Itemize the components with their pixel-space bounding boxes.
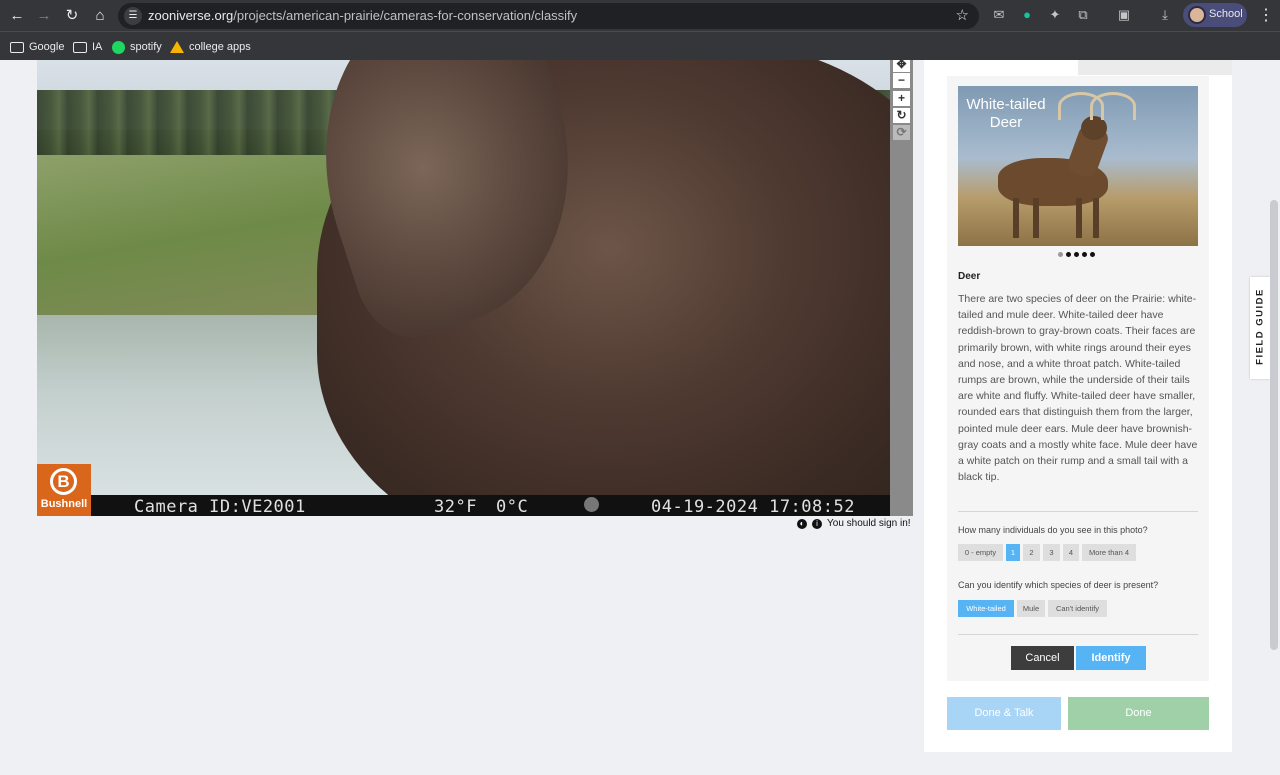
folder-icon [10,41,24,53]
bookmark-college-apps[interactable]: college apps [170,38,251,56]
url-host: zooniverse.org [148,8,234,23]
browser-toolbar: ← → ↻ ⌂ ☰ zooniverse.org/projects/americ… [0,0,1280,31]
address-bar[interactable]: ☰ zooniverse.org/projects/american-prair… [118,3,979,29]
species-option-cant-identify[interactable]: Can't identify [1048,600,1107,617]
count-option-more[interactable]: More than 4 [1082,544,1136,561]
url-text[interactable]: zooniverse.org/projects/american-prairie… [148,8,577,23]
count-option-2[interactable]: 2 [1023,544,1040,561]
carousel-dot[interactable] [1082,252,1087,257]
species-description: There are two species of deer on the Pra… [958,293,1198,484]
grammarly-extension-icon[interactable]: ● [1019,7,1035,23]
logo-wordmark: Bushnell [40,498,88,510]
species-option-mule[interactable]: Mule [1017,600,1045,617]
bookmark-label: college apps [189,41,251,53]
temperature-c: 0°C [496,497,529,516]
reading-list-icon[interactable]: ▣ [1116,7,1132,23]
bookmark-star-icon[interactable]: ☆ [956,6,969,24]
reload-icon[interactable]: ↻ [62,6,82,26]
spotify-icon [112,40,125,54]
deer-leg-shape [1013,198,1019,238]
back-icon[interactable]: ← [7,6,27,26]
page-scrollbar[interactable] [1270,200,1278,650]
download-icon[interactable]: ⤓ [1157,7,1173,23]
bookmark-google[interactable]: Google [10,38,64,56]
logo-letter: B [50,468,77,495]
invert-icon[interactable]: ◐ [797,518,807,529]
bookmark-ia[interactable]: IA [73,38,102,56]
count-option-4[interactable]: 4 [1063,544,1079,561]
deer-guide-image: White-tailed Deer [958,86,1198,246]
carousel-dot[interactable] [1074,252,1079,257]
viewer-footer: ◐ i You should sign in! [797,518,911,529]
extension-icon[interactable]: ✦ [1047,7,1063,23]
bookmarks-bar: Google IA spotify college apps [0,31,1280,60]
url-path: /projects/american-prairie/cameras-for-c… [233,8,578,23]
bushnell-logo: B Bushnell [37,464,91,516]
count-option-1[interactable]: 1 [1006,544,1020,561]
camera-info-band: Camera ID:VE2001 32°F 0°C 04-19-2024 17:… [37,495,890,516]
timestamp: 04-19-2024 17:08:52 [651,497,855,516]
cancel-button[interactable]: Cancel [1011,646,1074,670]
count-option-3[interactable]: 3 [1043,544,1060,561]
bookmark-label: Google [29,41,65,53]
deer-leg-shape [1093,198,1099,238]
zoom-out-icon[interactable]: − [893,73,910,88]
site-info-icon[interactable]: ☰ [124,7,142,25]
menu-icon[interactable]: ⋮ [1258,5,1274,25]
divider [958,634,1198,635]
done-button[interactable]: Done [1068,697,1209,730]
species-title: Deer [958,271,981,282]
carousel-dot[interactable] [1066,252,1071,257]
antler-shape [1090,92,1136,120]
folder-icon [73,41,87,53]
deer-leg-shape [1033,198,1039,238]
bookmark-spotify[interactable]: spotify [112,38,162,56]
identify-button[interactable]: Identify [1076,646,1146,670]
species-option-white-tailed[interactable]: White-tailed [958,600,1014,617]
info-icon[interactable]: i [812,518,822,529]
avatar [1188,6,1206,24]
temperature-f: 32°F [434,497,477,516]
forward-icon[interactable]: → [34,6,54,26]
deer-leg-shape [1076,198,1082,238]
bookmark-label: spotify [130,41,162,53]
field-guide-tab[interactable]: FIELD GUIDE [1250,277,1270,379]
camera-trap-photo[interactable]: Camera ID:VE2001 32°F 0°C 04-19-2024 17:… [37,60,890,516]
moon-phase-icon [584,497,599,512]
count-option-0[interactable]: 0 - empty [958,544,1003,561]
zoom-controls: ✥ − + ↻ ⟳ [890,60,913,516]
carousel-dot[interactable] [1058,252,1063,257]
done-and-talk-button[interactable]: Done & Talk [947,697,1061,730]
sign-in-notice[interactable]: You should sign in! [827,518,911,529]
image-carousel-dots [1058,252,1095,257]
move-icon[interactable]: ✥ [893,60,910,72]
puzzle-extensions-icon[interactable]: ⧉ [1075,7,1091,23]
panel-tab[interactable] [1078,60,1232,75]
species-question: Can you identify which species of deer i… [958,580,1159,590]
bookmark-label: IA [92,41,103,53]
profile-button[interactable]: School [1183,3,1247,27]
mail-extension-icon[interactable]: ✉ [991,7,1007,23]
divider [958,511,1198,512]
rotate-icon[interactable]: ↻ [893,108,910,123]
count-question: How many individuals do you see in this … [958,525,1148,535]
zoom-in-icon[interactable]: + [893,91,910,106]
camera-id: Camera ID:VE2001 [134,497,306,516]
subject-viewer[interactable]: Camera ID:VE2001 32°F 0°C 04-19-2024 17:… [37,60,913,516]
profile-label: School [1209,8,1243,20]
home-icon[interactable]: ⌂ [90,6,110,26]
reset-icon[interactable]: ⟳ [893,125,910,140]
carousel-dot[interactable] [1090,252,1095,257]
drive-icon [170,41,184,53]
field-guide-label: FIELD GUIDE [1254,288,1266,365]
image-caption: White-tailed Deer [966,96,1046,131]
